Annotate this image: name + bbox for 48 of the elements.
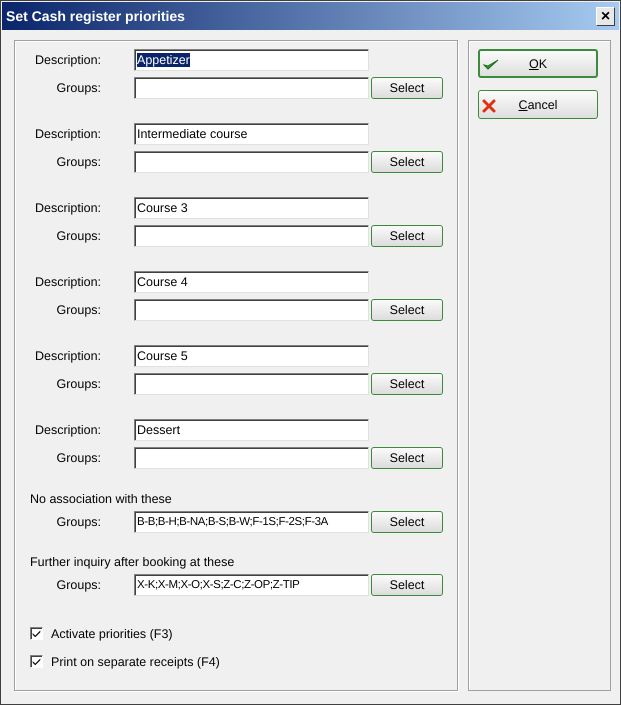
checkbox-label: Activate priorities (F3): [51, 626, 173, 640]
select-button[interactable]: Select: [371, 77, 443, 99]
groups-field[interactable]: [134, 373, 369, 395]
field-label: Description:: [34, 201, 101, 215]
field-label: Groups:: [56, 155, 101, 169]
field-label: Groups:: [56, 451, 101, 465]
field-label: Description:: [34, 127, 101, 141]
select-button[interactable]: Select: [371, 299, 443, 321]
description-field[interactable]: Course 3: [134, 197, 369, 219]
checkmark-icon: [483, 59, 499, 71]
field-label: Groups:: [56, 303, 101, 317]
field-label: Description:: [34, 53, 101, 67]
cancel-button[interactable]: Cancel: [478, 90, 598, 119]
description-field[interactable]: Dessert: [134, 419, 369, 441]
section-heading: No association with these: [30, 492, 173, 508]
window-title: Set Cash register priorities: [6, 8, 185, 24]
section-heading: Further inquiry after booking at these: [30, 555, 236, 571]
groups-field[interactable]: [134, 447, 369, 469]
select-button[interactable]: Select: [371, 373, 443, 395]
checkbox[interactable]: [30, 655, 43, 668]
select-button[interactable]: Select: [371, 225, 443, 247]
select-button[interactable]: Select: [371, 447, 443, 469]
groups-field[interactable]: [134, 225, 369, 247]
close-icon: [482, 99, 496, 113]
field-label: Groups:: [56, 377, 101, 391]
description-field[interactable]: Course 5: [134, 345, 369, 367]
description-field[interactable]: Appetizer: [134, 49, 369, 71]
field-label: Groups:: [56, 515, 101, 529]
field-label: Description:: [34, 349, 101, 363]
field-label: Groups:: [56, 229, 101, 243]
groups-field[interactable]: [134, 299, 369, 321]
select-button[interactable]: Select: [371, 511, 443, 533]
groups-field[interactable]: [134, 77, 369, 99]
field-label: Groups:: [56, 578, 101, 592]
groups-field[interactable]: X-K;X-M;X-O;X-S;Z-C;Z-OP;Z-TIP: [134, 574, 369, 596]
close-button[interactable]: ×: [596, 6, 615, 26]
description-field[interactable]: Course 4: [134, 271, 369, 293]
field-label: Description:: [34, 275, 101, 289]
checkbox-label: Print on separate receipts (F4): [51, 654, 220, 668]
field-label: Description:: [34, 423, 101, 437]
field-label: Groups:: [56, 81, 101, 95]
groups-field[interactable]: B-B;B-H;B-NA;B-S;B-W;F-1S;F-2S;F-3A: [134, 511, 369, 533]
description-field[interactable]: Intermediate course: [134, 123, 369, 145]
ok-button[interactable]: OK: [478, 49, 598, 78]
groups-field[interactable]: [134, 151, 369, 173]
checkbox[interactable]: [30, 627, 43, 640]
select-button[interactable]: Select: [371, 574, 443, 596]
select-button[interactable]: Select: [371, 151, 443, 173]
